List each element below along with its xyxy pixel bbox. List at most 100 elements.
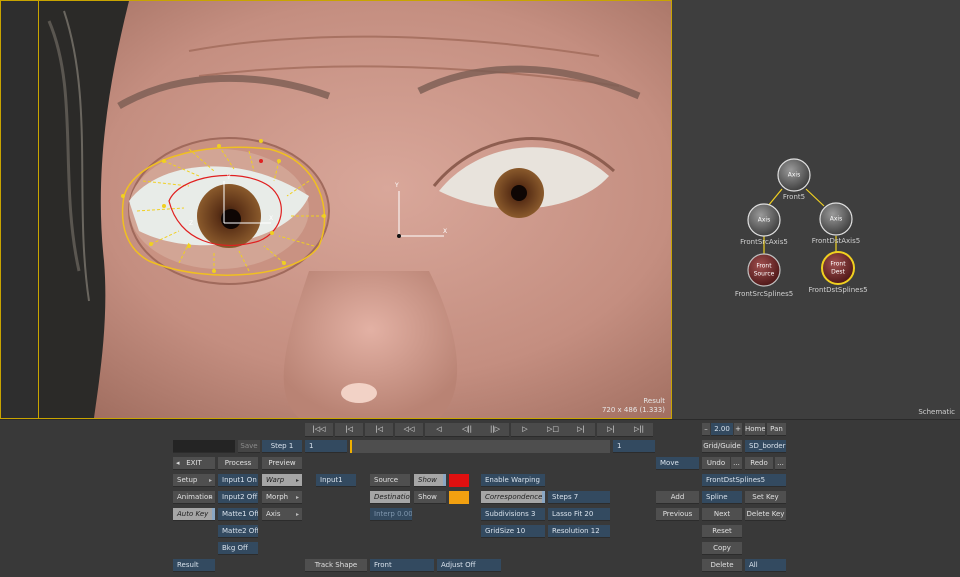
exit-label: EXIT xyxy=(186,459,202,467)
node-axis-left-text: Axis xyxy=(757,216,771,224)
chevron-right-icon: ▸ xyxy=(295,494,299,501)
zoom-field[interactable]: 2.00 xyxy=(711,423,733,436)
timeline-start-field[interactable]: 1 xyxy=(305,440,347,453)
show-source-toggle[interactable]: Show xyxy=(414,474,446,487)
schematic-panel[interactable]: Axis Front5 Axis FrontSrcAxis5 Axis Fron… xyxy=(672,0,960,419)
lasso-fit-field[interactable]: Lasso Fit 20 xyxy=(548,508,610,521)
subdivisions-field[interactable]: Subdivisions 3 xyxy=(481,508,545,521)
name-field[interactable] xyxy=(173,440,235,453)
timeline-cursor[interactable] xyxy=(350,440,352,453)
resolution-field[interactable]: Resolution 12 xyxy=(548,525,610,538)
schematic-title: Schematic xyxy=(918,408,955,416)
sd-border-selector[interactable]: SD_border xyxy=(745,440,786,453)
animation-label: Animation xyxy=(177,493,213,501)
schematic-graph xyxy=(747,158,855,287)
pan-button[interactable]: Pan xyxy=(767,423,786,436)
svg-text:X: X xyxy=(443,228,447,235)
play-forward-button[interactable]: ▷ xyxy=(511,423,539,437)
auto-key-toggle[interactable]: Auto Key xyxy=(173,508,215,521)
zoom-in-button[interactable]: + xyxy=(734,423,742,436)
source-color-swatch[interactable] xyxy=(449,474,469,487)
play-backward-button[interactable]: ◁ xyxy=(425,423,453,437)
delete-button[interactable]: Delete xyxy=(702,559,742,572)
animation-button[interactable]: Animation ▸ xyxy=(173,491,215,504)
chevron-right-icon: ▸ xyxy=(295,511,299,518)
go-to-start-button[interactable]: |◁◁ xyxy=(305,423,333,437)
delete-key-button[interactable]: Delete Key xyxy=(745,508,786,521)
zoom-out-button[interactable]: – xyxy=(702,423,710,436)
destination-button[interactable]: Destination xyxy=(370,491,410,504)
go-to-end-button[interactable]: ▷|| xyxy=(625,423,653,437)
next-button[interactable]: Next xyxy=(702,508,742,521)
image-viewer[interactable]: Z Y X Y X Result 720 x 486 (1.333) xyxy=(0,0,672,419)
enable-warping-toggle[interactable]: Enable Warping xyxy=(481,474,545,487)
redo-button[interactable]: Redo xyxy=(745,457,773,470)
warp-label: Warp xyxy=(266,476,285,484)
spline-selector[interactable]: Spline xyxy=(702,491,742,504)
node-front-dest-label: FrontDstSplines5 xyxy=(808,286,868,294)
show-destination-toggle[interactable]: Show xyxy=(414,491,446,504)
prev-frame-button[interactable]: |◁ xyxy=(365,423,393,437)
reset-button[interactable]: Reset xyxy=(702,525,742,538)
control-panel[interactable]: |◁◁ |◁ |◁ ◁◁ ◁ ◁|| ||▷ ▷ ▷□ ▷| ▷| ▷|| Sa… xyxy=(0,419,960,577)
redo-list-button[interactable]: ... xyxy=(775,457,786,470)
front-selector[interactable]: Front xyxy=(370,559,434,572)
axis-label: Axis xyxy=(266,510,281,518)
destination-color-swatch[interactable] xyxy=(449,491,469,504)
copy-button[interactable]: Copy xyxy=(702,542,742,555)
morph-tab[interactable]: Morph ▸ xyxy=(262,491,302,504)
node-front-source-text1: Front xyxy=(756,262,772,270)
home-button[interactable]: Home xyxy=(745,423,765,436)
process-button[interactable]: Process xyxy=(218,457,258,470)
bkg-toggle[interactable]: Bkg Off xyxy=(218,542,258,555)
gridsize-field[interactable]: GridSize 10 xyxy=(481,525,545,538)
preview-button[interactable]: Preview xyxy=(262,457,302,470)
next-frame-button[interactable]: ▷| xyxy=(567,423,595,437)
exit-button[interactable]: ◂ EXIT xyxy=(173,457,215,470)
input2-toggle[interactable]: Input2 Off xyxy=(218,491,258,504)
prev-key-button[interactable]: |◁ xyxy=(335,423,363,437)
play-back-loop-button[interactable]: ◁◁ xyxy=(395,423,423,437)
timeline-end-field[interactable]: 1 xyxy=(613,440,655,453)
show-source-label: Show xyxy=(418,476,437,484)
interp-field[interactable]: Interp 0.00 xyxy=(370,508,412,521)
adjust-selector[interactable]: Adjust Off xyxy=(437,559,501,572)
step-back-button[interactable]: ◁|| xyxy=(453,423,481,437)
input1-selector[interactable]: Input1 xyxy=(316,474,356,487)
undo-button[interactable]: Undo xyxy=(702,457,730,470)
play-loop-button[interactable]: ▷□ xyxy=(539,423,567,437)
add-button[interactable]: Add xyxy=(656,491,699,504)
matte2-toggle[interactable]: Matte2 Off xyxy=(218,525,258,538)
track-shape-button[interactable]: Track Shape xyxy=(305,559,367,572)
svg-text:Y: Y xyxy=(394,182,399,189)
previous-button[interactable]: Previous xyxy=(656,508,699,521)
move-mode-button[interactable]: Move xyxy=(656,457,699,470)
face-image[interactable]: Z Y X Y X xyxy=(38,1,671,418)
step-forward-button[interactable]: ||▷ xyxy=(481,423,509,437)
step-field[interactable]: Step 1 xyxy=(262,440,302,453)
timeline-bar[interactable] xyxy=(350,440,610,453)
edge-top-left xyxy=(767,188,783,207)
result-selector[interactable]: Result xyxy=(173,559,215,572)
steps-field[interactable]: Steps 7 xyxy=(548,491,610,504)
save-button[interactable]: Save xyxy=(238,440,260,453)
axis-tab[interactable]: Axis ▸ xyxy=(262,508,302,521)
warp-tab[interactable]: Warp ▸ xyxy=(262,474,302,487)
next-key-button[interactable]: ▷| xyxy=(597,423,625,437)
viewer-info: Result 720 x 486 (1.333) xyxy=(602,397,665,415)
spline-name-field[interactable]: FrontDstSplines5 xyxy=(702,474,786,487)
node-axis-top-text: Axis xyxy=(787,171,801,179)
undo-list-button[interactable]: ... xyxy=(731,457,742,470)
grid-guide-button[interactable]: Grid/Guide xyxy=(702,440,742,453)
set-key-button[interactable]: Set Key xyxy=(745,491,786,504)
input1-toggle[interactable]: Input1 On xyxy=(218,474,258,487)
setup-button[interactable]: Setup ▸ xyxy=(173,474,215,487)
all-selector[interactable]: All xyxy=(745,559,786,572)
node-axis-right-label: FrontDstAxis5 xyxy=(811,237,861,245)
correspondences-toggle[interactable]: Correspondences xyxy=(481,491,545,504)
svg-text:X: X xyxy=(269,215,273,222)
matte1-toggle[interactable]: Matte1 Off xyxy=(218,508,258,521)
source-button[interactable]: Source xyxy=(370,474,410,487)
setup-label: Setup xyxy=(177,476,198,484)
node-front-source-label: FrontSrcSplines5 xyxy=(734,290,794,298)
